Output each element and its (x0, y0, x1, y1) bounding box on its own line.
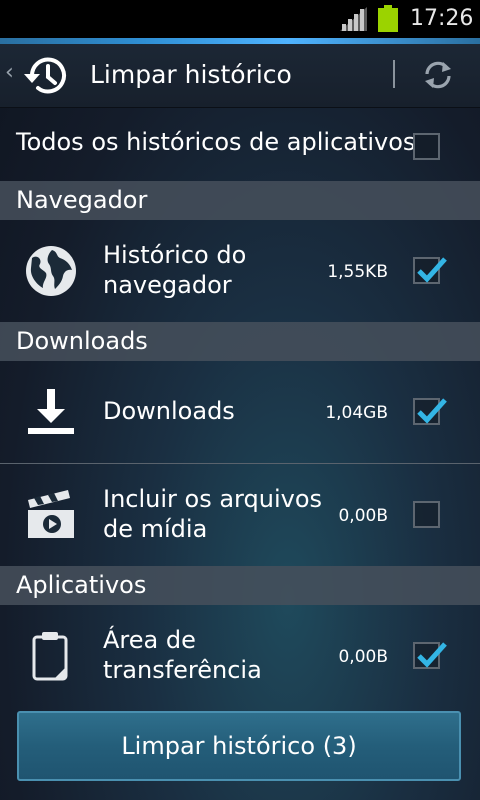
all-apps-label: Todos os históricos de aplicativos (16, 128, 416, 156)
clipboard-icon (32, 632, 68, 681)
all-apps-row[interactable]: Todos os históricos de aplicativos (0, 108, 480, 181)
download-icon (28, 389, 74, 434)
section-title: Downloads (16, 327, 148, 355)
list-item-browser-history[interactable]: Histórico do navegador 1,55KB (0, 220, 480, 322)
item-size: 1,55KB (327, 262, 388, 282)
checkmark-icon (417, 642, 447, 668)
section-header-downloads: Downloads (0, 322, 480, 361)
item-size: 0,00B (338, 506, 388, 526)
list-item-media-files[interactable]: Incluir os arquivos de mídia 0,00B (0, 464, 480, 566)
item-label-line2: navegador (103, 271, 232, 299)
item-label-line1: Histórico do (103, 241, 247, 269)
clock: 17:26 (410, 6, 474, 31)
action-divider (393, 60, 395, 88)
list-item-clipboard[interactable]: Área de transferência 0,00B (0, 605, 480, 707)
checkmark-icon (417, 257, 447, 283)
media-clapper-icon (28, 490, 74, 538)
page-title: Limpar histórico (90, 60, 292, 89)
item-label-line1: Downloads (103, 397, 235, 425)
clear-history-button[interactable]: Limpar histórico (3) (17, 711, 461, 781)
item-size: 0,00B (338, 647, 388, 667)
item-checkbox[interactable] (413, 257, 447, 284)
item-label-line1: Área de (103, 626, 196, 654)
section-title: Navegador (16, 186, 148, 214)
signal-icon (340, 7, 367, 31)
item-label-line1: Incluir os arquivos (103, 485, 322, 513)
section-header-aplicativos: Aplicativos (0, 566, 480, 605)
item-checkbox[interactable] (413, 642, 447, 669)
action-bar: ‹ Limpar histórico (0, 44, 480, 108)
battery-icon (378, 5, 398, 32)
globe-icon (26, 246, 76, 296)
list-item-downloads[interactable]: Downloads 1,04GB (0, 361, 480, 463)
section-title: Aplicativos (16, 571, 147, 599)
item-label-line2: de mídia (103, 515, 208, 543)
item-size: 1,04GB (325, 403, 388, 423)
item-checkbox[interactable] (413, 501, 440, 528)
section-header-navegador: Navegador (0, 181, 480, 220)
back-chevron-icon[interactable]: ‹ (5, 60, 14, 85)
history-icon[interactable] (22, 52, 72, 100)
checkmark-icon (417, 398, 447, 424)
item-checkbox[interactable] (413, 398, 447, 425)
item-label-line2: transferência (103, 656, 262, 684)
status-bar: 17:26 (0, 0, 480, 38)
all-apps-checkbox[interactable] (413, 133, 440, 160)
refresh-icon[interactable] (422, 58, 454, 92)
